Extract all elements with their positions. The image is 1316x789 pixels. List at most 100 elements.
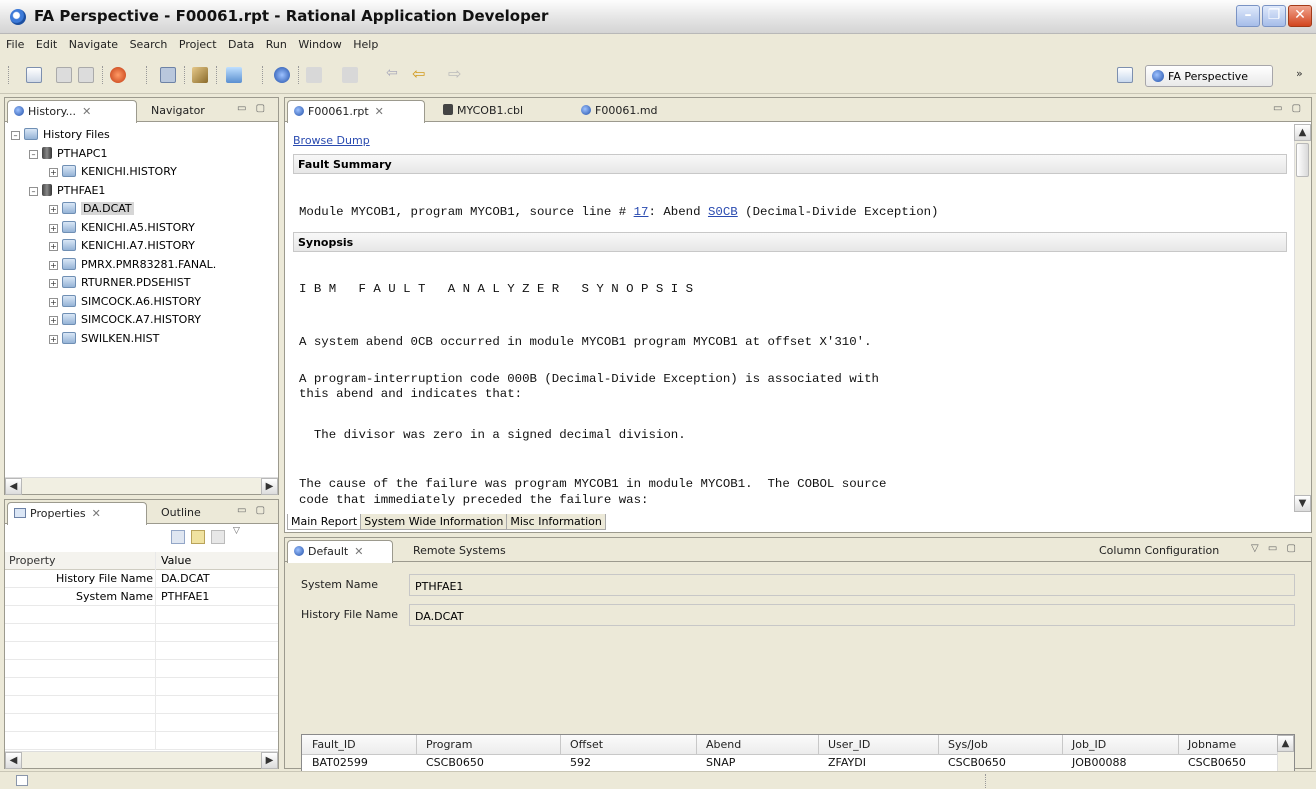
- brush-icon[interactable]: [192, 67, 208, 83]
- scroll-left-icon[interactable]: ◀: [5, 478, 22, 495]
- print-icon[interactable]: [78, 67, 94, 83]
- minimize-maximize-icon[interactable]: ▭ ▢: [237, 103, 268, 114]
- menu-window[interactable]: Window: [294, 34, 345, 51]
- tab-f00061-md[interactable]: F00061.md: [575, 100, 664, 122]
- tab-outline[interactable]: Outline: [155, 502, 207, 524]
- close-button[interactable]: ✕: [1288, 5, 1312, 27]
- scroll-left-icon[interactable]: ◀: [5, 752, 22, 769]
- maximize-button[interactable]: ❐: [1262, 5, 1286, 27]
- show-categories-icon[interactable]: [171, 530, 185, 544]
- menu-file[interactable]: File: [0, 34, 28, 51]
- tree-history-file[interactable]: + PMRX.PMR83281.FANAL.: [11, 256, 216, 275]
- minimize-maximize-icon[interactable]: ▭ ▢: [237, 505, 268, 516]
- expand-icon[interactable]: +: [49, 168, 58, 177]
- fast-view-icon[interactable]: [16, 775, 28, 786]
- back-history-icon[interactable]: ⇦: [386, 65, 402, 81]
- expand-icon[interactable]: +: [49, 260, 58, 270]
- open-perspective-icon[interactable]: [1117, 67, 1133, 83]
- expand-icon[interactable]: +: [49, 279, 58, 288]
- collapse-icon[interactable]: –: [11, 131, 20, 140]
- back-icon[interactable]: ⇦: [412, 64, 428, 83]
- abend-code-link[interactable]: S0CB: [708, 205, 738, 219]
- annotation-icon[interactable]: [306, 67, 322, 83]
- browse-dump-link[interactable]: Browse Dump: [293, 134, 370, 147]
- expand-icon[interactable]: +: [49, 242, 58, 251]
- tree-history-file-selected[interactable]: + DA.DCAT: [11, 200, 216, 219]
- menu-search[interactable]: Search: [126, 34, 172, 51]
- minimize-button[interactable]: –: [1236, 5, 1260, 27]
- report-vertical-scrollbar[interactable]: ▲ ▼: [1294, 124, 1311, 512]
- close-tab-icon[interactable]: ✕: [375, 105, 384, 118]
- column-configuration-button[interactable]: Column Configuration: [1093, 540, 1225, 562]
- col-sys-job[interactable]: Sys/Job: [948, 738, 988, 751]
- tree-history-file[interactable]: + KENICHI.A5.HISTORY: [11, 219, 216, 238]
- tree-horizontal-scrollbar[interactable]: ◀ ▶: [5, 477, 278, 495]
- tab-properties[interactable]: Properties ✕: [7, 502, 147, 525]
- tab-mycob1-cbl[interactable]: MYCOB1.cbl: [437, 100, 529, 122]
- menu-edit[interactable]: Edit: [32, 34, 61, 51]
- menu-navigate[interactable]: Navigate: [65, 34, 122, 51]
- tree-history-file[interactable]: + KENICHI.HISTORY: [11, 163, 216, 182]
- scroll-thumb[interactable]: [1296, 143, 1309, 177]
- expand-icon[interactable]: +: [49, 316, 58, 325]
- scroll-down-icon[interactable]: ▼: [1294, 495, 1311, 512]
- tree-system[interactable]: – PTHFAE1: [11, 182, 216, 201]
- col-abend[interactable]: Abend: [706, 738, 741, 751]
- debug-icon[interactable]: [110, 67, 126, 83]
- tree-system[interactable]: – PTHAPC1: [11, 145, 216, 164]
- new-icon[interactable]: [26, 67, 42, 83]
- property-row[interactable]: System Name PTHFAE1: [5, 588, 278, 606]
- expand-icon[interactable]: +: [49, 223, 58, 233]
- tree-history-file[interactable]: + SWILKEN.HIST: [11, 330, 216, 349]
- col-job-id[interactable]: Job_ID: [1072, 738, 1106, 751]
- view-menu-minimize-maximize-icon[interactable]: ▽ ▭ ▢: [1251, 543, 1299, 554]
- tree-history-file[interactable]: + SIMCOCK.A7.HISTORY: [11, 311, 216, 330]
- synopsis-header[interactable]: Synopsis: [293, 232, 1287, 252]
- save-icon[interactable]: [56, 67, 72, 83]
- col-fault-id[interactable]: Fault_ID: [312, 738, 356, 751]
- expand-icon[interactable]: +: [49, 297, 58, 307]
- scroll-right-icon[interactable]: ▶: [261, 752, 278, 769]
- tab-navigator[interactable]: Navigator: [145, 100, 211, 122]
- view-menu-icon[interactable]: ▽: [233, 526, 240, 536]
- close-tab-icon[interactable]: ✕: [92, 507, 101, 520]
- scroll-up-icon[interactable]: ▲: [1277, 735, 1294, 752]
- menu-project[interactable]: Project: [175, 34, 221, 51]
- tree-root[interactable]: – History Files: [11, 126, 216, 145]
- close-tab-icon[interactable]: ✕: [82, 105, 91, 118]
- next-annotation-icon[interactable]: [342, 67, 358, 83]
- restore-default-icon[interactable]: [211, 530, 225, 544]
- outline-icon[interactable]: [160, 67, 176, 83]
- menu-run[interactable]: Run: [262, 34, 291, 51]
- collapse-icon[interactable]: –: [29, 186, 38, 196]
- table-row[interactable]: BAT02599 CSCB0650 592 SNAP ZFAYDI CSCB0650 JOB…: [302, 756, 1294, 769]
- menu-data[interactable]: Data: [224, 34, 258, 51]
- col-jobname[interactable]: Jobname: [1188, 738, 1236, 751]
- tree-history-file[interactable]: + RTURNER.PDSEHIST: [11, 274, 216, 293]
- tab-f00061-rpt[interactable]: F00061.rpt ✕: [287, 100, 425, 123]
- minimize-maximize-icon[interactable]: ▭ ▢: [1273, 103, 1304, 114]
- overflow-chevron-icon[interactable]: »: [1296, 67, 1312, 83]
- source-line-link[interactable]: 17: [634, 205, 649, 219]
- tree-history-file[interactable]: + SIMCOCK.A6.HISTORY: [11, 293, 216, 312]
- col-offset[interactable]: Offset: [570, 738, 603, 751]
- menu-help[interactable]: Help: [349, 34, 382, 51]
- tab-misc-information[interactable]: Misc Information: [506, 514, 606, 530]
- collapse-icon[interactable]: –: [29, 149, 38, 159]
- expand-icon[interactable]: +: [49, 205, 58, 214]
- globe-icon[interactable]: [274, 67, 290, 83]
- tab-default[interactable]: Default ✕: [287, 540, 393, 563]
- perspective-button[interactable]: FA Perspective: [1145, 65, 1273, 87]
- col-user-id[interactable]: User_ID: [828, 738, 870, 751]
- property-row[interactable]: History File Name DA.DCAT: [5, 570, 278, 588]
- scroll-up-icon[interactable]: ▲: [1294, 124, 1311, 141]
- fault-summary-header[interactable]: Fault Summary: [293, 154, 1287, 174]
- tab-history[interactable]: History... ✕: [7, 100, 137, 123]
- tab-main-report[interactable]: Main Report: [287, 514, 362, 530]
- properties-horizontal-scrollbar[interactable]: ◀ ▶: [5, 751, 278, 769]
- col-program[interactable]: Program: [426, 738, 472, 751]
- close-tab-icon[interactable]: ✕: [354, 545, 363, 558]
- expand-icon[interactable]: +: [49, 334, 58, 344]
- tree-history-file[interactable]: + KENICHI.A7.HISTORY: [11, 237, 216, 256]
- forward-icon[interactable]: ⇨: [448, 64, 464, 83]
